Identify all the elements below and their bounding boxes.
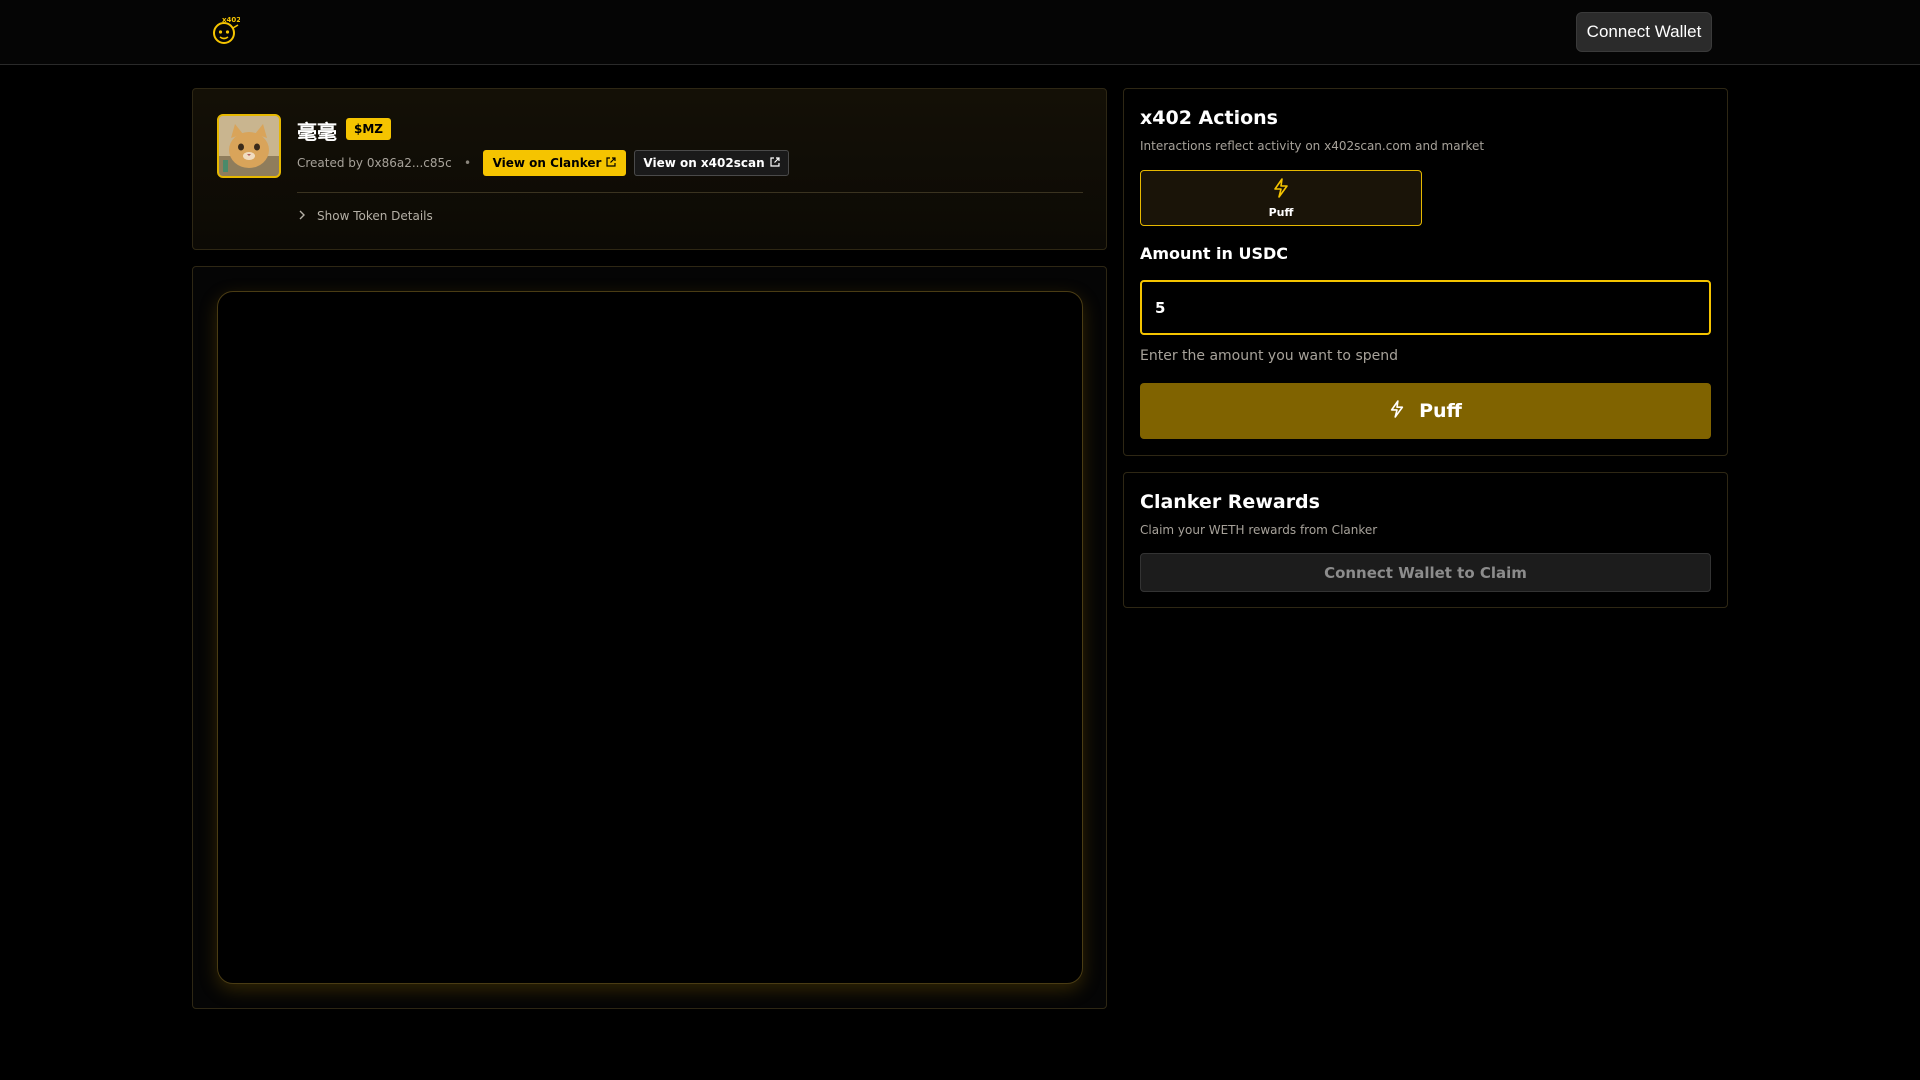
amount-label: Amount in USDC [1140, 244, 1289, 263]
divider [297, 192, 1083, 193]
cat-avatar-icon [217, 114, 281, 178]
puff-tab[interactable]: Puff [1140, 170, 1422, 226]
token-ticker-badge: $MZ [346, 118, 391, 140]
view-on-x402scan-button[interactable]: View on x402scan [634, 150, 789, 176]
chart-card [192, 266, 1107, 1009]
rewards-title: Clanker Rewards [1140, 491, 1320, 513]
top-navbar: x402 Connect Wallet [0, 0, 1920, 65]
x402-actions-card: x402 Actions Interactions reflect activi… [1123, 88, 1728, 456]
actions-title: x402 Actions [1140, 107, 1278, 129]
external-link-icon [606, 156, 617, 170]
puff-submit-label: Puff [1419, 400, 1462, 422]
lightning-icon [1272, 177, 1290, 202]
view-on-clanker-button[interactable]: View on Clanker [483, 150, 626, 176]
puff-tab-label: Puff [1268, 205, 1294, 219]
view-on-clanker-label: View on Clanker [492, 156, 602, 170]
logo-icon[interactable]: x402 [210, 14, 241, 46]
token-name: 毫毫 [297, 120, 337, 144]
amount-help-text: Enter the amount you want to spend [1140, 348, 1398, 364]
svg-text:x402: x402 [222, 16, 240, 24]
actions-subtitle: Interactions reflect activity on x402sca… [1140, 139, 1485, 153]
lightning-icon [1389, 399, 1405, 423]
amount-input[interactable] [1140, 280, 1711, 335]
connect-wallet-button[interactable]: Connect Wallet [1576, 12, 1712, 52]
puff-submit-button[interactable]: Puff [1140, 383, 1711, 439]
view-on-x402scan-label: View on x402scan [643, 156, 765, 170]
external-link-icon [770, 156, 780, 170]
clanker-rewards-card: Clanker Rewards Claim your WETH rewards … [1123, 472, 1728, 608]
connect-wallet-to-claim-button[interactable]: Connect Wallet to Claim [1140, 553, 1711, 592]
show-token-details-label: Show Token Details [317, 209, 433, 223]
show-token-details-toggle[interactable]: Show Token Details [297, 206, 433, 226]
rewards-subtitle: Claim your WETH rewards from Clanker [1140, 523, 1378, 537]
separator-dot: • [464, 156, 472, 170]
creator-address: Created by 0x86a2...c85c [297, 156, 452, 170]
chevron-right-icon [297, 209, 307, 224]
token-info-card: 毫毫 $MZ Created by 0x86a2...c85c • View o… [192, 88, 1107, 250]
chart-frame[interactable] [217, 291, 1083, 984]
